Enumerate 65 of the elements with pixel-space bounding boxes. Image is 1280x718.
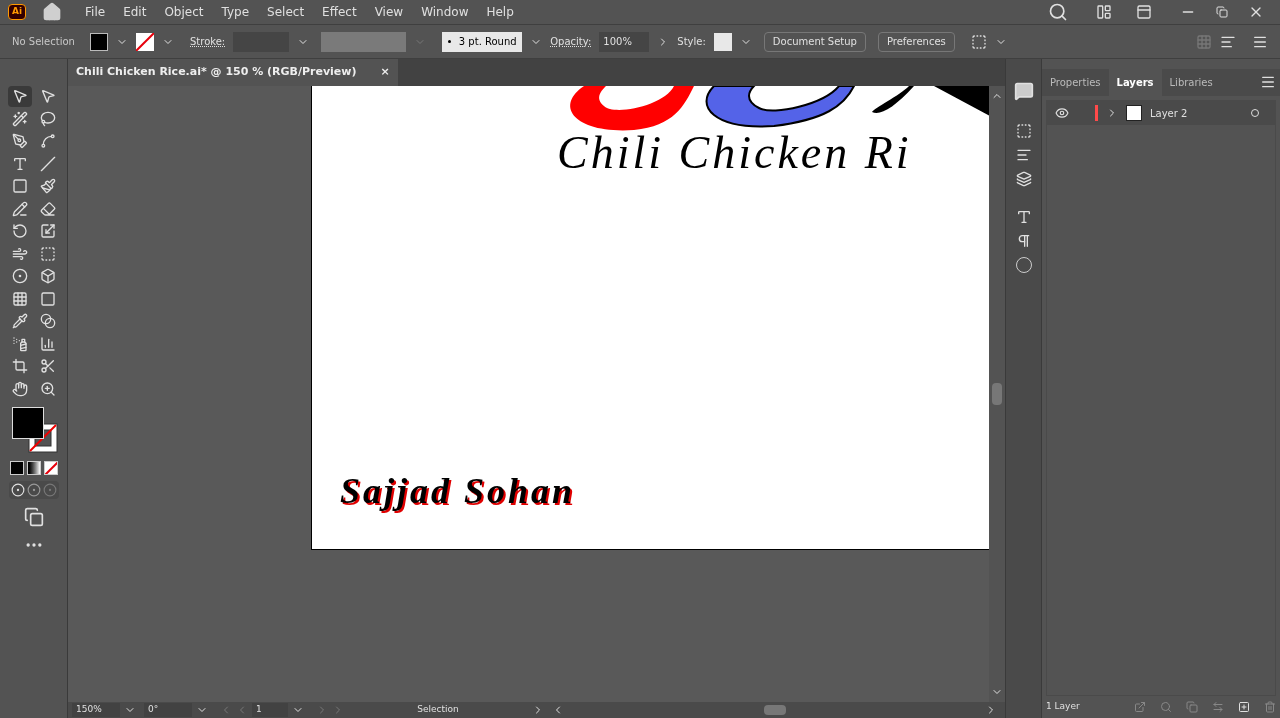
workspace-icon[interactable] — [1096, 4, 1112, 20]
layer-thumbnail — [1126, 105, 1142, 121]
draw-mode-bar[interactable] — [8, 481, 59, 499]
new-layer-icon[interactable] — [1237, 701, 1250, 713]
sublayer-icon — [1211, 701, 1224, 713]
none-mode-icon[interactable] — [43, 461, 58, 475]
menu-item[interactable]: View — [367, 3, 411, 21]
delete-icon — [1263, 701, 1276, 713]
restore-icon[interactable] — [1216, 6, 1228, 18]
variable-width-field[interactable] — [321, 31, 407, 52]
opacity-label: Opacity: — [550, 35, 592, 49]
menu-item[interactable]: File — [78, 3, 113, 21]
brush-dropdown[interactable]: 3 pt. Round — [442, 31, 523, 52]
color-mode-icon[interactable] — [9, 461, 24, 475]
menu-item[interactable]: Help — [479, 3, 521, 21]
zoom-field[interactable]: 150% — [72, 703, 120, 717]
rotation-field[interactable]: 0° — [144, 703, 192, 717]
toolbar-button[interactable]: Document Setup — [763, 31, 866, 52]
transform-icon[interactable] — [1015, 123, 1032, 139]
align-icon[interactable] — [1015, 147, 1032, 163]
grid-icon — [1196, 33, 1212, 50]
scroll-thumb[interactable] — [763, 705, 786, 715]
menu-item[interactable]: Edit — [116, 3, 154, 21]
artboard-field[interactable]: 1 — [252, 703, 288, 717]
pathfinder-icon[interactable] — [1015, 171, 1032, 187]
stroke-swatch[interactable] — [136, 32, 154, 51]
visibility-toggle[interactable] — [1055, 106, 1071, 120]
export-icon — [1133, 701, 1146, 713]
selection-label: No Selection — [12, 35, 76, 49]
style-label: Style: — [677, 35, 706, 49]
layer-name: Layer 2 — [1150, 106, 1188, 121]
panel-menu-icon[interactable] — [1260, 74, 1276, 90]
character-icon[interactable] — [1015, 209, 1032, 225]
panel-tab[interactable]: Libraries — [1161, 69, 1221, 96]
menu-item[interactable]: Object — [157, 3, 211, 21]
artwork-title: Chili Chicken Ri — [557, 130, 912, 176]
document-tab[interactable]: Chili Chicken Rice.ai* @ 150 % (RGB/Preview) × — [68, 59, 398, 86]
opacity-field[interactable]: 100% — [599, 31, 650, 52]
panel-tab[interactable]: Layers — [1108, 69, 1162, 96]
style-swatch[interactable] — [713, 32, 732, 51]
screen-mode-icon[interactable] — [23, 507, 44, 527]
fill-swatch[interactable] — [90, 32, 108, 51]
select-similar-icon[interactable] — [970, 33, 987, 50]
comments-icon[interactable] — [1013, 81, 1034, 101]
search-icon[interactable] — [1048, 2, 1068, 22]
search-icon — [1159, 701, 1172, 713]
menu-item[interactable]: Type — [214, 3, 257, 21]
stroke-label: Stroke: — [190, 35, 226, 49]
scroll-thumb[interactable] — [992, 383, 1002, 405]
close-tab-button[interactable]: × — [380, 64, 390, 81]
panel-icon[interactable] — [1136, 4, 1152, 20]
clipping-mask-icon — [1185, 701, 1198, 713]
toolbar-button[interactable]: Preferences — [877, 31, 955, 52]
app-logo: Ai — [8, 4, 27, 20]
menu-item[interactable]: Effect — [315, 3, 364, 21]
menu-item[interactable]: Window — [414, 3, 476, 21]
current-tool-label[interactable]: Selection — [348, 703, 528, 717]
document-title: Chili Chicken Rice.ai* @ 150 % (RGB/Preview) — [76, 64, 357, 81]
home-icon[interactable] — [42, 2, 63, 22]
layer-row[interactable]: Layer 2 — [1047, 101, 1275, 125]
layer-count: 1 Layer — [1046, 700, 1080, 714]
gradient-mode-icon[interactable] — [26, 461, 41, 475]
panel-tab[interactable]: Properties — [1042, 69, 1109, 96]
artwork-signature: Sajjad Sohan — [340, 470, 576, 513]
menu-item[interactable]: Select — [260, 3, 312, 21]
